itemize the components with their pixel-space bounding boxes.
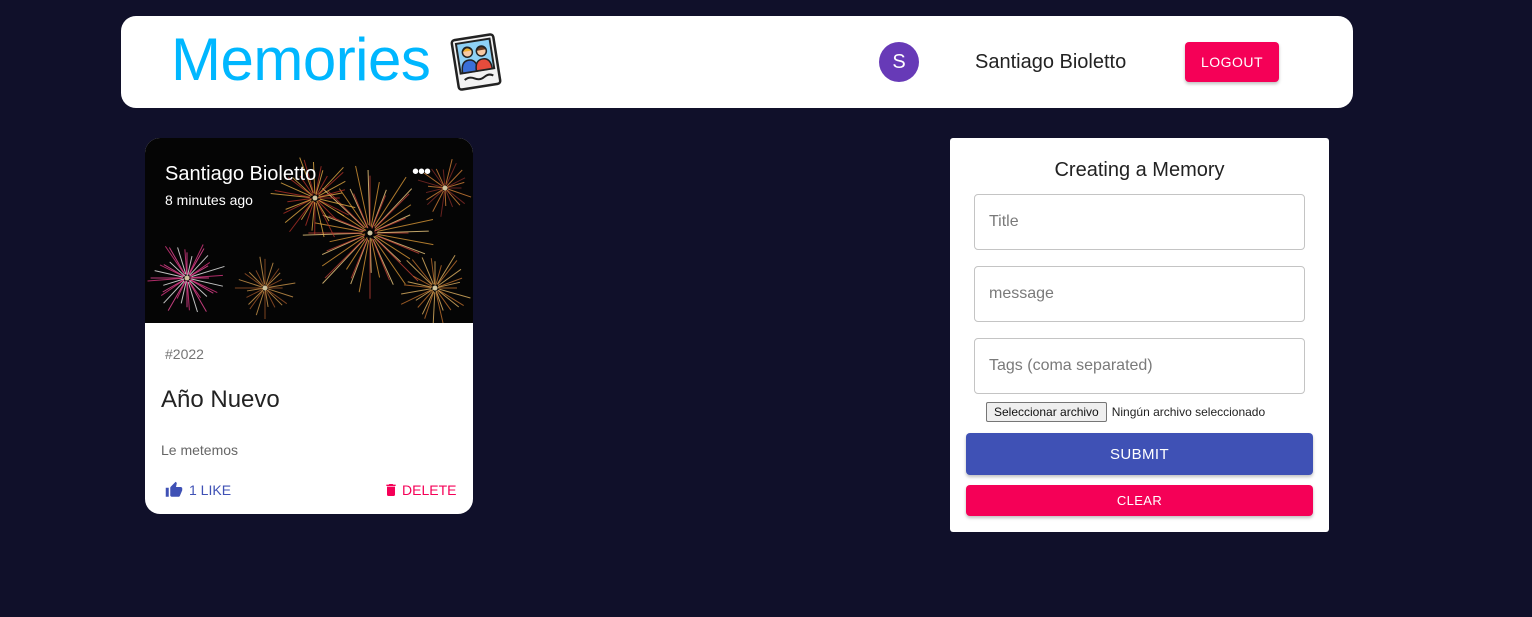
firework-spark — [406, 259, 432, 286]
brand-title[interactable]: Memories — [171, 28, 431, 92]
post-time: 8 minutes ago — [165, 192, 253, 208]
firework-spark — [371, 238, 391, 281]
tags-input[interactable] — [974, 338, 1305, 394]
firework-core — [184, 275, 190, 281]
post-message: Le metemos — [161, 442, 239, 458]
firework-spark — [374, 217, 406, 232]
user-name: Santiago Bioletto — [975, 51, 1127, 73]
file-input: Seleccionar archivo Ningún archivo selec… — [986, 402, 1265, 422]
thumb-up-icon — [165, 481, 183, 497]
like-button[interactable]: 1 LIKE — [165, 480, 231, 500]
firework-spark — [353, 193, 369, 229]
firework-core — [432, 285, 438, 291]
photo-memories-icon — [450, 33, 502, 91]
post-tags: #2022 — [165, 346, 204, 362]
firework-core — [367, 230, 373, 236]
post-title: Año Nuevo — [161, 386, 280, 413]
form-heading: Creating a Memory — [1054, 159, 1225, 181]
choose-file-button[interactable]: Seleccionar archivo — [986, 402, 1107, 422]
firework-core — [312, 195, 318, 201]
like-label: 1 LIKE — [189, 482, 232, 498]
firework-spark — [442, 169, 446, 186]
firework-core — [262, 285, 268, 291]
firework-spark — [444, 190, 447, 207]
delete-button[interactable]: DELETE — [383, 480, 456, 500]
delete-label: DELETE — [402, 482, 457, 498]
message-input[interactable] — [974, 266, 1305, 322]
post-author: Santiago Bioletto — [165, 163, 317, 185]
logout-button[interactable]: LOGOUT — [1185, 42, 1279, 82]
file-status: Ningún archivo seleccionado — [1111, 405, 1266, 419]
clear-button[interactable]: CLEAR — [966, 485, 1313, 516]
firework-core — [442, 185, 448, 191]
app-bar: Memories S Santiago Bioletto LOGOUT — [121, 16, 1353, 108]
firework-spark — [424, 291, 435, 319]
title-input[interactable] — [974, 194, 1305, 250]
submit-button[interactable]: SUBMIT — [966, 433, 1313, 475]
memory-form: Creating a Memory Seleccionar archivo Ni… — [950, 138, 1329, 532]
more-horizontal-icon[interactable]: ••• — [407, 160, 435, 188]
firework-spark — [445, 159, 453, 185]
trash-icon — [386, 484, 396, 496]
post-card: Santiago Bioletto 8 minutes ago ••• #202… — [145, 138, 473, 514]
avatar: S — [879, 42, 919, 82]
firework-spark — [432, 292, 436, 323]
firework-spark — [326, 234, 365, 252]
